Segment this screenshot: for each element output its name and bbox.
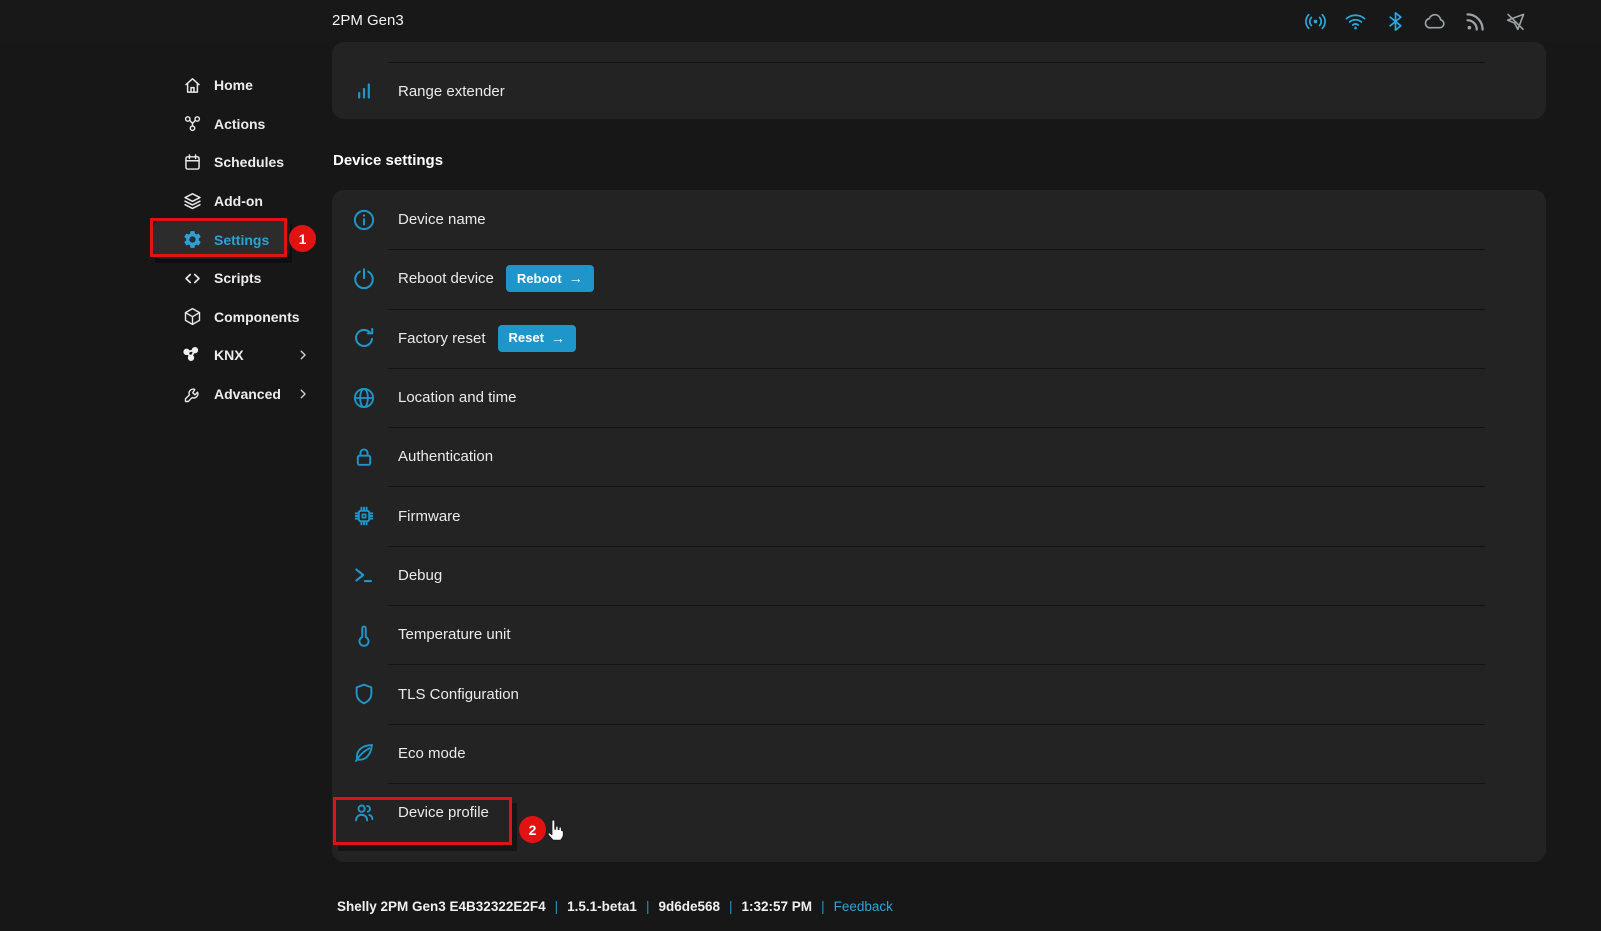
row-label: Debug (398, 567, 442, 584)
row-temperature-unit[interactable]: Temperature unit (332, 605, 1546, 664)
row-label: Device profile (398, 804, 489, 821)
sidebar-item-label: Settings (214, 232, 269, 248)
layers-icon (182, 191, 203, 212)
power-icon (351, 266, 377, 292)
chip-icon (351, 503, 377, 529)
actions-icon (182, 113, 203, 134)
row-label: Temperature unit (398, 626, 511, 643)
row-authentication[interactable]: Authentication (332, 427, 1546, 486)
feedback-link[interactable]: Feedback (834, 899, 893, 914)
arrow-right-icon: → (551, 330, 565, 346)
footer-separator: | (821, 899, 825, 914)
status-icon-bar (1304, 0, 1527, 42)
info-icon (351, 207, 377, 233)
row-reboot-device[interactable]: Reboot device Reboot → (332, 249, 1546, 308)
row-range-extender[interactable]: Range extender (332, 63, 1546, 119)
cloud-icon[interactable] (1424, 10, 1447, 33)
arrow-right-icon: → (569, 270, 583, 286)
factory-reset-icon (351, 325, 377, 351)
wifi-icon[interactable] (1344, 10, 1367, 33)
chevron-right-icon (296, 387, 310, 401)
lock-icon (351, 444, 377, 470)
sidebar-item-settings[interactable]: Settings (153, 220, 290, 259)
sidebar-item-label: Add-on (214, 193, 263, 209)
wrench-icon (182, 384, 203, 405)
sidebar-item-addon[interactable]: Add-on (153, 182, 290, 221)
row-factory-reset[interactable]: Factory reset Reset → (332, 309, 1546, 368)
globe-icon (351, 385, 377, 411)
row-label: Eco mode (398, 745, 466, 762)
gear-icon (182, 229, 203, 250)
sidebar-item-actions[interactable]: Actions (153, 105, 290, 144)
sidebar-item-label: Actions (214, 116, 265, 132)
row-label: Location and time (398, 389, 516, 406)
calendar-icon (182, 152, 203, 173)
row-tls-configuration[interactable]: TLS Configuration (332, 664, 1546, 723)
sidebar-item-components[interactable]: Components (153, 298, 290, 337)
sidebar-item-knx[interactable]: KNX (153, 336, 290, 375)
sidebar-item-label: Advanced (214, 386, 281, 402)
leaf-icon (351, 740, 377, 766)
row-debug[interactable]: Debug (332, 546, 1546, 605)
sidebar-item-label: Home (214, 77, 253, 93)
home-icon (182, 75, 203, 96)
row-eco-mode[interactable]: Eco mode (332, 724, 1546, 783)
footer-build-hash: 9d6de568 (658, 899, 720, 914)
reboot-button-label: Reboot (517, 271, 562, 286)
footer-status-bar: Shelly 2PM Gen3 E4B32322E2F4 | 1.5.1-bet… (337, 899, 893, 914)
sidebar-item-label: Schedules (214, 154, 284, 170)
reset-button[interactable]: Reset → (498, 325, 576, 352)
device-title: 2PM Gen3 (332, 0, 404, 42)
footer-separator: | (555, 899, 559, 914)
connectivity-card: Range extender (332, 42, 1546, 119)
shield-icon (351, 681, 377, 707)
terminal-icon (351, 562, 377, 588)
signal-bars-icon (351, 78, 377, 104)
access-point-icon[interactable] (1304, 10, 1327, 33)
reboot-button[interactable]: Reboot → (506, 265, 594, 292)
top-bar: 2PM Gen3 (0, 0, 1601, 42)
row-label: Factory reset (398, 330, 486, 347)
footer-separator: | (729, 899, 733, 914)
knx-icon (182, 345, 203, 366)
sidebar-item-label: Components (214, 309, 300, 325)
row-label: Reboot device (398, 270, 494, 287)
footer-firmware-version: 1.5.1-beta1 (567, 899, 637, 914)
bluetooth-icon[interactable] (1384, 10, 1407, 33)
row-location-and-time[interactable]: Location and time (332, 368, 1546, 427)
sidebar-item-scripts[interactable]: Scripts (153, 259, 290, 298)
sidebar-nav: Home Actions Schedules Add-on (0, 66, 332, 413)
row-label: Authentication (398, 448, 493, 465)
chevron-right-icon (296, 348, 310, 362)
code-icon (182, 268, 203, 289)
sidebar-item-home[interactable]: Home (153, 66, 290, 105)
cube-icon (182, 306, 203, 327)
websocket-icon[interactable] (1504, 10, 1527, 33)
footer-device-time: 1:32:57 PM (742, 899, 813, 914)
sidebar-item-label: KNX (214, 347, 244, 363)
row-device-name[interactable]: Device name (332, 190, 1546, 249)
footer-device-id: Shelly 2PM Gen3 E4B32322E2F4 (337, 899, 546, 914)
sidebar-item-schedules[interactable]: Schedules (153, 143, 290, 182)
mqtt-icon[interactable] (1464, 10, 1487, 33)
sidebar-item-label: Scripts (214, 270, 261, 286)
device-settings-card: Device name Reboot device Reboot → Facto… (332, 190, 1546, 862)
people-icon (351, 800, 377, 826)
row-device-profile[interactable]: Device profile (332, 783, 1546, 842)
reset-button-label: Reset (509, 330, 544, 345)
row-label: Device name (398, 211, 486, 228)
section-title-device-settings: Device settings (333, 152, 443, 169)
row-firmware[interactable]: Firmware (332, 486, 1546, 545)
sidebar-item-advanced[interactable]: Advanced (153, 375, 290, 414)
thermometer-icon (351, 622, 377, 648)
footer-separator: | (646, 899, 650, 914)
row-label: Firmware (398, 508, 461, 525)
row-label: TLS Configuration (398, 686, 519, 703)
row-label: Range extender (398, 83, 505, 100)
